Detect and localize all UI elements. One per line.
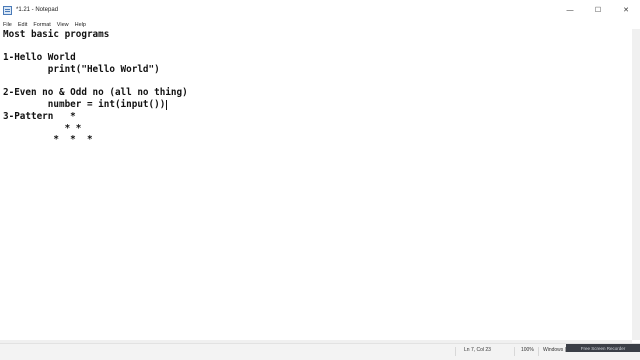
status-divider	[455, 347, 456, 356]
close-button[interactable]: ✕	[612, 0, 640, 20]
menu-edit[interactable]: Edit	[18, 22, 27, 28]
menu-help[interactable]: Help	[75, 22, 86, 28]
editor-line: 2-Even no & Odd no (all no thing)	[3, 87, 188, 98]
window-controls: — ☐ ✕	[556, 0, 640, 20]
watermark-text: Free Screen Recorder	[580, 345, 626, 351]
title-bar: *1.21 - Notepad — ☐ ✕	[0, 0, 640, 20]
editor-line-current: number = int(input())	[3, 99, 168, 111]
recorder-watermark: Free Screen Recorder	[566, 344, 640, 352]
window-title: *1.21 - Notepad	[16, 7, 59, 13]
status-divider	[514, 347, 515, 356]
cursor-position: Ln 7, Col 23	[464, 347, 491, 353]
editor-line: * * *	[3, 134, 93, 145]
menu-format[interactable]: Format	[33, 22, 50, 28]
menu-file[interactable]: File	[3, 22, 12, 28]
text-caret	[166, 99, 168, 110]
editor-line: print("Hello World")	[3, 64, 160, 75]
editor-line: 1-Hello World	[3, 52, 76, 63]
maximize-button[interactable]: ☐	[584, 0, 612, 20]
notepad-icon	[3, 5, 12, 15]
status-divider	[538, 347, 539, 356]
editor-line: Most basic programs	[3, 29, 110, 40]
status-bar: Ln 7, Col 23 100% Windows (CRLF)	[0, 343, 640, 360]
minimize-button[interactable]: —	[556, 0, 584, 20]
zoom-level: 100%	[521, 347, 534, 353]
editor-line-text: number = int(input())	[3, 99, 166, 110]
editor-line: 3-Pattern *	[3, 111, 76, 122]
vertical-scrollbar[interactable]	[632, 29, 640, 340]
menu-view[interactable]: View	[57, 22, 69, 28]
text-editor[interactable]: Most basic programs 1-Hello World print(…	[0, 29, 632, 340]
menu-bar: File Edit Format View Help	[0, 20, 640, 29]
